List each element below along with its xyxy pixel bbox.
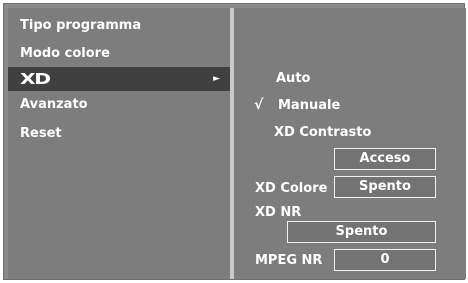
- xd-nr-label: XD NR: [255, 205, 302, 220]
- xd-contrasto-value-box[interactable]: Acceso: [334, 148, 436, 170]
- menu-item-label: Tipo programma: [20, 18, 142, 33]
- menu-item-avanzato[interactable]: Avanzato: [8, 93, 230, 117]
- xd-contrasto-value: Acceso: [359, 151, 411, 166]
- mpeg-nr-label: MPEG NR: [255, 253, 323, 268]
- check-icon: √: [254, 97, 264, 113]
- menu-item-label: Avanzato: [20, 97, 88, 112]
- menu-item-xd[interactable]: XD ►: [8, 67, 230, 91]
- xd-nr-value: Spento: [335, 224, 388, 239]
- menu-item-tipo-programma[interactable]: Tipo programma: [8, 14, 230, 38]
- osd-menu-frame: Tipo programma Modo colore XD ► Avanzato…: [3, 3, 466, 280]
- option-auto[interactable]: Auto: [276, 71, 310, 87]
- xd-nr-value-box[interactable]: Spento: [287, 221, 436, 243]
- xd-contrasto-label: XD Contrasto: [274, 125, 372, 140]
- xd-colore-value: Spento: [359, 179, 411, 194]
- mpeg-nr-value: 0: [380, 252, 390, 267]
- option-manuale[interactable]: Manuale: [278, 98, 340, 114]
- menu-item-label: Modo colore: [20, 46, 110, 61]
- xd-submenu-panel: Auto √ Manuale XD Contrasto Acceso XD Co…: [234, 8, 466, 279]
- menu-item-modo-colore[interactable]: Modo colore: [8, 42, 230, 66]
- menu-item-reset[interactable]: Reset: [8, 122, 230, 146]
- submenu-arrow-icon: ►: [213, 74, 220, 84]
- main-menu-panel: Tipo programma Modo colore XD ► Avanzato…: [8, 8, 230, 279]
- mpeg-nr-value-box[interactable]: 0: [334, 249, 436, 271]
- menu-item-label: Reset: [20, 126, 62, 141]
- xd-logo: XD: [20, 70, 51, 88]
- xd-colore-label: XD Colore: [255, 181, 328, 196]
- xd-colore-value-box[interactable]: Spento: [334, 176, 436, 198]
